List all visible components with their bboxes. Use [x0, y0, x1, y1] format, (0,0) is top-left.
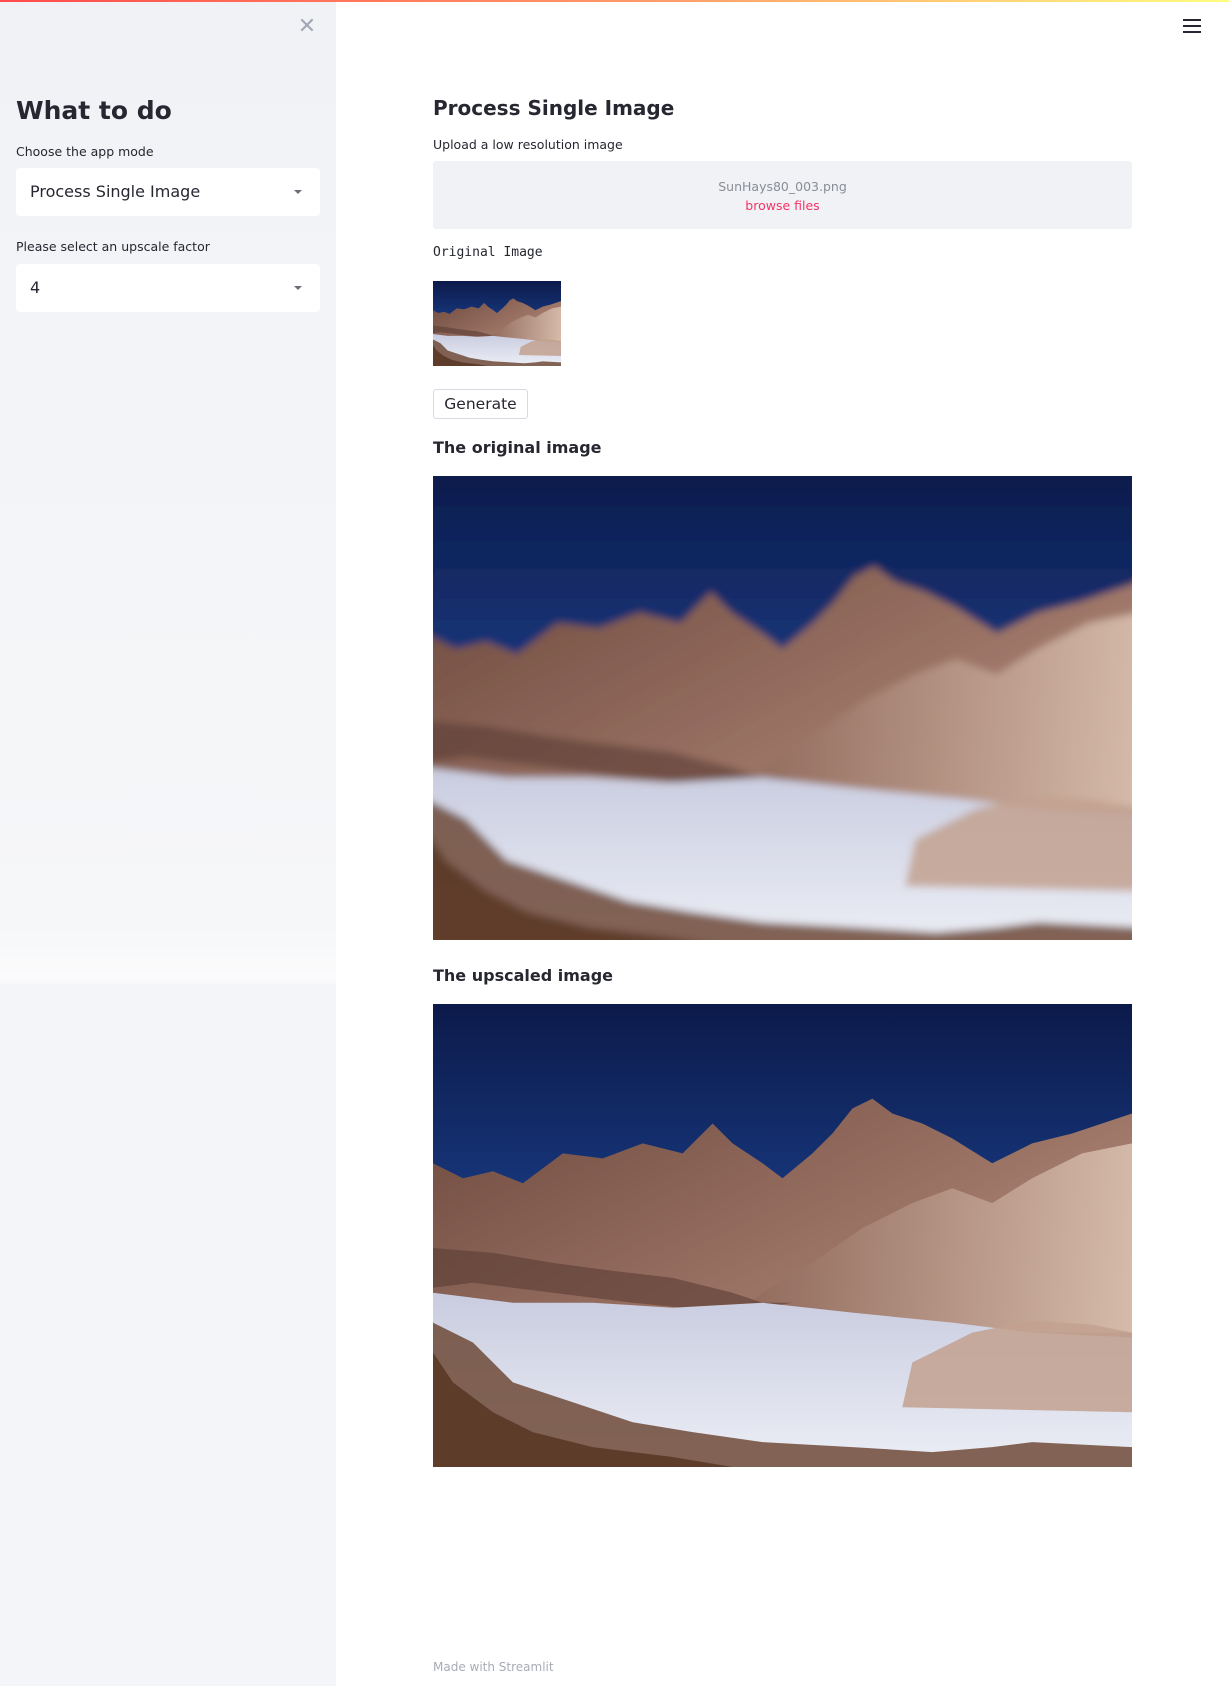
- sidebar: ✕ What to do Choose the app mode Process…: [0, 0, 336, 1686]
- uploaded-file-name: SunHays80_003.png: [718, 179, 847, 194]
- upload-label: Upload a low resolution image: [433, 137, 623, 152]
- chevron-down-icon: [294, 286, 302, 290]
- upscaled-image: [433, 1004, 1132, 1467]
- app-mode-label: Choose the app mode: [16, 144, 154, 159]
- original-image-caption: Original Image: [433, 245, 543, 260]
- streamlit-link[interactable]: Streamlit: [499, 1660, 554, 1674]
- original-image-thumbnail: [433, 281, 561, 366]
- upscale-factor-select[interactable]: 4: [16, 264, 320, 312]
- app-mode-select[interactable]: Process Single Image: [16, 168, 320, 216]
- hamburger-menu-icon[interactable]: [1183, 19, 1201, 35]
- sidebar-title: What to do: [16, 96, 172, 125]
- app-mode-value: Process Single Image: [30, 182, 201, 201]
- footer-prefix: Made with: [433, 1660, 499, 1674]
- browse-files-link[interactable]: browse files: [433, 198, 1132, 213]
- top-decoration-bar: [0, 0, 1229, 2]
- original-image-heading: The original image: [433, 438, 602, 457]
- footer: Made with Streamlit: [433, 1660, 554, 1674]
- chevron-down-icon: [294, 190, 302, 194]
- upscale-factor-label: Please select an upscale factor: [16, 239, 210, 254]
- file-uploader[interactable]: SunHays80_003.png browse files: [433, 161, 1132, 229]
- page-title: Process Single Image: [433, 96, 675, 120]
- upscaled-image-heading: The upscaled image: [433, 966, 613, 985]
- upscale-factor-value: 4: [30, 278, 41, 297]
- generate-button[interactable]: Generate: [433, 389, 528, 419]
- original-image: [433, 476, 1132, 940]
- close-icon[interactable]: ✕: [296, 16, 318, 38]
